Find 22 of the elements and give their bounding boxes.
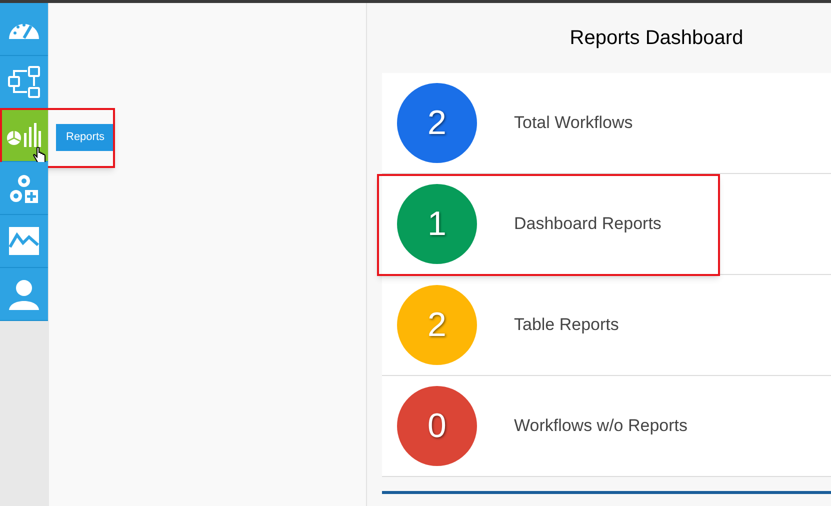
sidebar-item[interactable] [0,56,48,109]
line-graph-icon [9,227,39,255]
tooltip: Reports [56,124,115,150]
dashboard-title: Reports Dashboard [568,26,744,51]
stat-row[interactable]: 2 Table Reports [382,275,831,376]
gears-icon [8,172,40,204]
pie-bar-chart-icon [7,123,41,147]
stat-label: Dashboard Reports [514,213,662,236]
hand-cursor-icon [33,147,47,165]
sidebar-item[interactable] [0,109,48,162]
sidebar-item[interactable] [0,162,48,215]
stat-row[interactable]: 1 Dashboard Reports [382,174,831,275]
sidebar-item[interactable] [0,3,48,56]
stat-row[interactable]: 2 Total Workflows [382,73,831,174]
sidebar-item[interactable] [0,268,48,321]
sidebar-item[interactable] [0,215,48,268]
flowchart-icon [7,65,41,99]
stat-label: Workflows w/o Reports [514,415,688,438]
stat-row[interactable]: 0 Workflows w/o Reports [382,376,831,477]
stat-label: Table Reports [514,314,619,336]
user-icon [8,278,40,310]
stat-label: Total Workflows [514,112,633,134]
